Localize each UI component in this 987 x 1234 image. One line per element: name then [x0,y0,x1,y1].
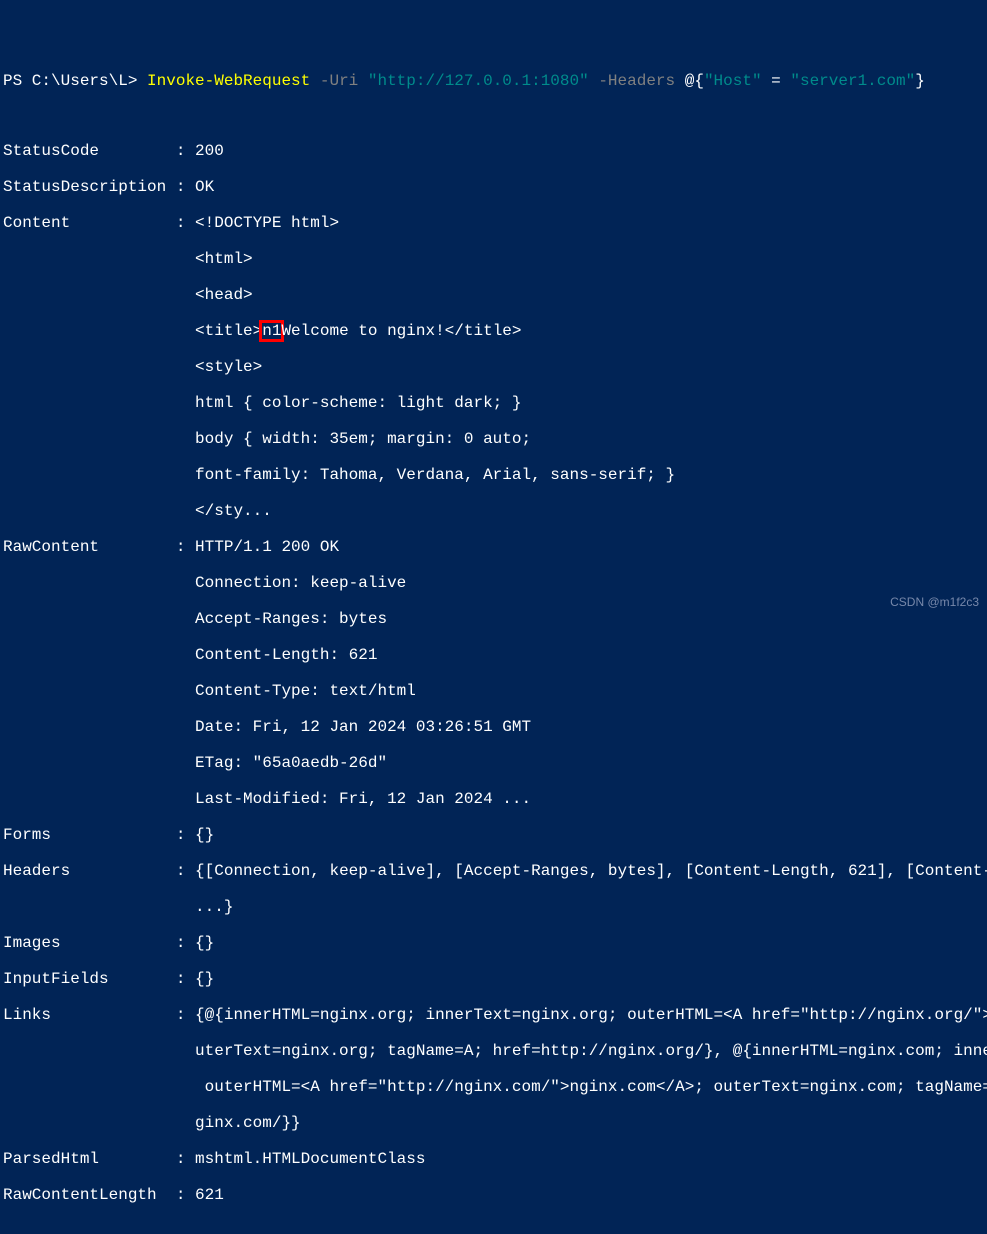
content-label: Content [3,214,166,232]
forms-value: {} [185,826,214,844]
header-value: "server1.com" [790,72,915,90]
statuscode-value: 200 [185,142,223,160]
forms-label: Forms [3,826,166,844]
links-label: Links [3,1006,166,1024]
statuscode-label: StatusCode [3,142,166,160]
rawcontent-line: Last-Modified: Fri, 12 Jan 2024 ... [3,790,987,808]
rawcontent-line: Content-Type: text/html [3,682,987,700]
content-line: <head> [3,286,987,304]
inputfields-label: InputFields [3,970,166,988]
content-line: html { color-scheme: light dark; } [3,394,987,412]
content-line: <html> [3,250,987,268]
content-line: font-family: Tahoma, Verdana, Arial, san… [3,466,987,484]
command-name: Invoke-WebRequest [147,72,320,90]
content-line: </sty... [3,502,987,520]
headers-row: Headers : {[Connection, keep-alive], [Ac… [3,862,987,880]
content-line: body { width: 35em; margin: 0 auto; [3,430,987,448]
rawcontent-label: RawContent [3,538,166,556]
rawcontentlength-label: RawContentLength [3,1186,166,1204]
prompt-path: PS C:\Users\L> [3,72,147,90]
command-line[interactable]: PS C:\Users\L> Invoke-WebRequest -Uri "h… [3,72,987,90]
links-line: outerHTML=<A href="http://nginx.com/">ng… [3,1078,987,1096]
hash-close: } [915,72,925,90]
rawcontentlength-value: 621 [185,1186,223,1204]
images-row: Images : {} [3,934,987,952]
parsedhtml-row: ParsedHtml : mshtml.HTMLDocumentClass [3,1150,987,1168]
rawcontent-line: ETag: "65a0aedb-26d" [3,754,987,772]
output-block: StatusCode : 200 StatusDescription : OK … [3,124,987,1222]
images-value: {} [185,934,214,952]
links-line: uterText=nginx.org; tagName=A; href=http… [3,1042,987,1060]
watermark: CSDN @m1f2c3 [890,596,979,610]
rawcontent-row: RawContent : HTTP/1.1 200 OK [3,538,987,556]
headers-label: Headers [3,862,166,880]
inputfields-value: {} [185,970,214,988]
rawcontent-line: Date: Fri, 12 Jan 2024 03:26:51 GMT [3,718,987,736]
header-key: "Host" [704,72,762,90]
param-uri: -Uri [320,72,368,90]
uri-value: "http://127.0.0.1:1080" [368,72,598,90]
links-line: ginx.com/}} [3,1114,987,1132]
forms-row: Forms : {} [3,826,987,844]
images-label: Images [3,934,166,952]
rawcontentlength-row: RawContentLength : 621 [3,1186,987,1204]
hash-eq: = [762,72,791,90]
hash-open: @{ [685,72,704,90]
statuscode-row: StatusCode : 200 [3,142,987,160]
statusdescription-row: StatusDescription : OK [3,178,987,196]
parsedhtml-value: mshtml.HTMLDocumentClass [185,1150,425,1168]
inputfields-row: InputFields : {} [3,970,987,988]
rawcontent-line: Connection: keep-alive [3,574,987,592]
content-row: Content : <!DOCTYPE html> [3,214,987,232]
statusdescription-label: StatusDescription [3,178,166,196]
headers-line: ...} [3,898,987,916]
rawcontent-line: Accept-Ranges: bytes [3,610,987,628]
links-row: Links : {@{innerHTML=nginx.org; innerTex… [3,1006,987,1024]
param-headers: -Headers [598,72,684,90]
parsedhtml-label: ParsedHtml [3,1150,166,1168]
content-line: <style> [3,358,987,376]
rawcontent-line: Content-Length: 621 [3,646,987,664]
content-line: <title>n1Welcome to nginx!</title> [3,322,987,340]
statusdescription-value: OK [185,178,214,196]
